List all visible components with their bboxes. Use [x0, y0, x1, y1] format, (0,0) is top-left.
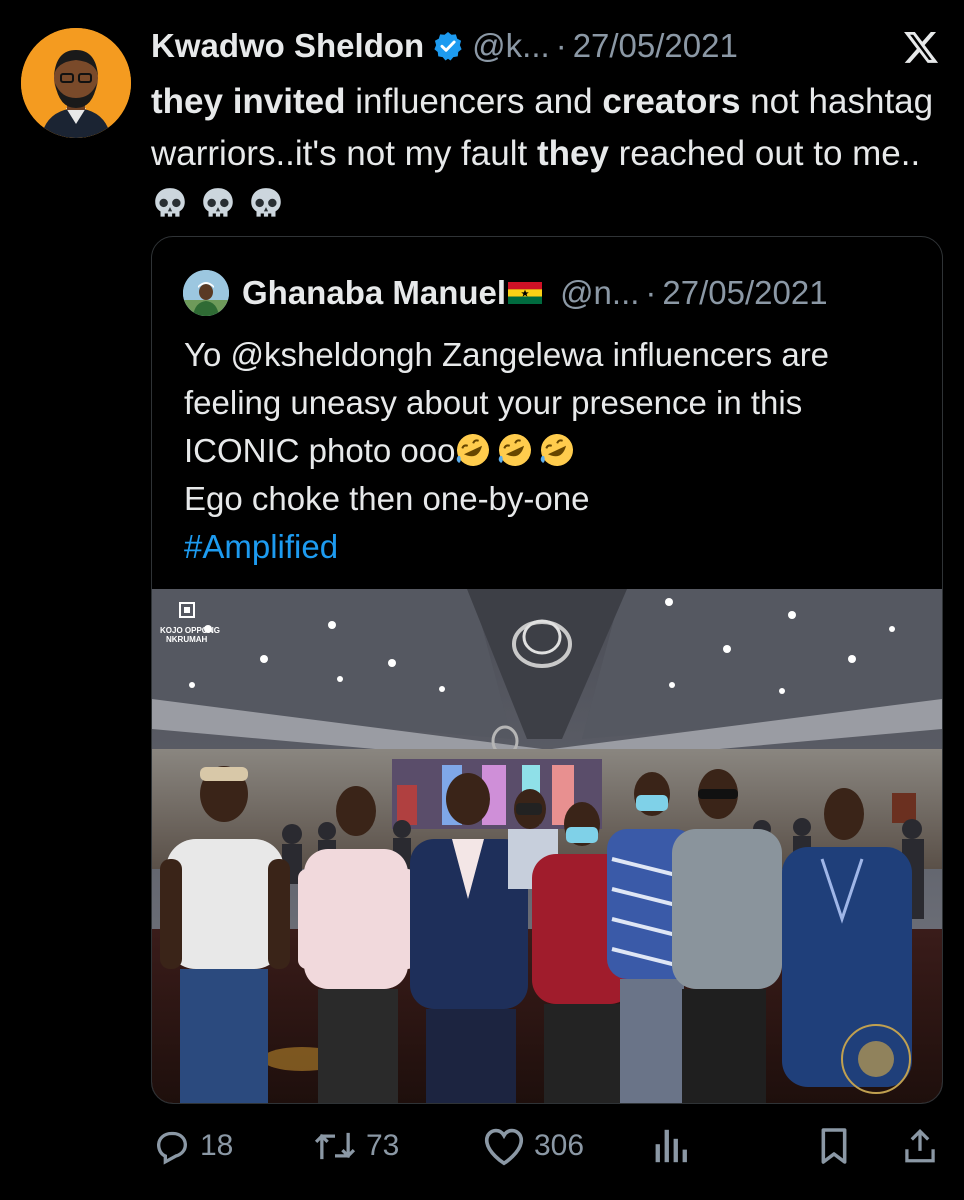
analytics-icon	[655, 1129, 687, 1163]
views-button[interactable]	[652, 1126, 696, 1166]
event-group-photo[interactable]: KOJO OPPONG NKRUMAH	[152, 589, 942, 1103]
watermark-line1: KOJO OPPONG	[160, 626, 220, 635]
skull-emoji-icon	[203, 188, 233, 217]
skull-emoji-icon	[251, 188, 281, 217]
quote-header: Ghanaba Manuel @n... · 27/05/2021	[242, 271, 828, 315]
rofl-emoji-icon	[499, 434, 532, 466]
author-avatar[interactable]	[21, 28, 131, 138]
share-button[interactable]	[902, 1126, 946, 1166]
tweet-text-segment: they	[536, 134, 609, 173]
bookmark-button[interactable]	[818, 1126, 858, 1166]
tweet-date[interactable]: 27/05/2021	[573, 27, 738, 65]
quote-author-handle[interactable]: @n...	[560, 274, 639, 312]
tweet-text-segment: they invited	[151, 82, 346, 121]
like-count: 306	[534, 1129, 585, 1162]
quote-date[interactable]: 27/05/2021	[662, 274, 827, 312]
heart-icon	[484, 1128, 524, 1166]
tweet-text-segment: influencers and	[345, 82, 603, 121]
rofl-emoji-icon	[541, 434, 574, 466]
quote-text: Yo @ksheldongh Zangelewa influencers are…	[184, 331, 924, 571]
like-button[interactable]: 306	[482, 1126, 584, 1166]
quote-author-avatar[interactable]	[183, 270, 229, 316]
quoted-tweet[interactable]: Ghanaba Manuel @n... · 27/05/2021 Yo @ks…	[151, 236, 943, 1104]
retweet-icon	[314, 1132, 356, 1160]
quote-author-name[interactable]: Ghanaba Manuel	[242, 274, 506, 312]
author-handle[interactable]: @k...	[472, 27, 550, 65]
quote-avatar-photo	[183, 270, 229, 316]
author-name[interactable]: Kwadwo Sheldon	[151, 27, 424, 65]
quote-text-line2: Ego choke then one-by-one	[184, 480, 590, 517]
bookmark-icon	[821, 1128, 847, 1164]
tweet-text-segment: creators	[602, 82, 741, 121]
tweet-text: they invited influencers and creators no…	[151, 76, 951, 232]
retweet-button[interactable]: 73	[312, 1126, 399, 1166]
header-separator: ·	[555, 27, 567, 64]
skull-emoji-icon	[155, 188, 185, 217]
ghana-flag-icon	[508, 282, 543, 304]
quote-header-separator: ·	[645, 274, 657, 311]
verified-badge-icon	[432, 30, 464, 62]
share-icon	[905, 1128, 935, 1163]
tweet-header: Kwadwo Sheldon @k... · 27/05/2021	[151, 24, 738, 68]
avatar-illustration	[21, 28, 131, 138]
tweet-text-segment: reached out to me..	[608, 134, 921, 173]
x-logo-icon[interactable]	[902, 28, 940, 66]
hashtag-link[interactable]: #Amplified	[184, 528, 338, 565]
rofl-emoji-icon	[457, 434, 490, 466]
watermark-line2: NKRUMAH	[166, 635, 208, 644]
reply-button[interactable]: 18	[152, 1126, 233, 1166]
reply-icon	[156, 1131, 188, 1165]
tweet-action-bar: 18 73 306	[0, 1118, 964, 1174]
reply-count: 18	[200, 1129, 234, 1162]
retweet-count: 73	[366, 1129, 400, 1162]
